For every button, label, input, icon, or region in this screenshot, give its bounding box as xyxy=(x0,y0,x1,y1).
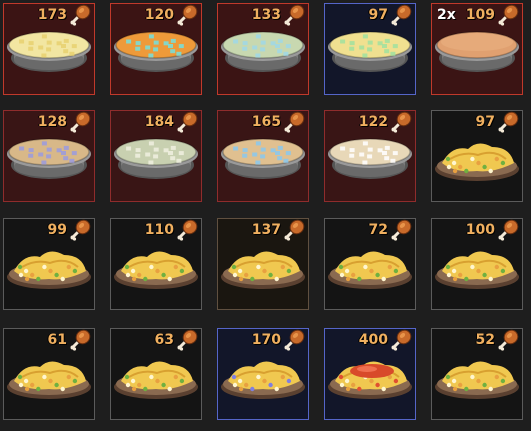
pie-icon xyxy=(113,129,199,191)
inventory-slot[interactable]: 61 xyxy=(3,328,95,420)
item-count: 128 xyxy=(37,114,67,130)
drumstick-icon xyxy=(176,329,198,351)
pie-icon xyxy=(6,129,92,191)
meal-plate-icon xyxy=(113,347,199,409)
inventory-slot[interactable]: 184 xyxy=(110,110,202,202)
item-count: 110 xyxy=(144,222,174,238)
drumstick-icon xyxy=(497,219,519,241)
meal-plate-icon xyxy=(434,237,520,299)
item-count: 122 xyxy=(358,114,388,130)
pie-icon xyxy=(220,22,306,84)
drumstick-icon xyxy=(176,4,198,26)
drumstick-icon xyxy=(497,4,519,26)
item-count: 61 xyxy=(47,332,67,348)
drumstick-icon xyxy=(283,219,305,241)
meal-plate-icon xyxy=(434,129,520,191)
pie-icon xyxy=(434,22,520,84)
item-count: 165 xyxy=(251,114,281,130)
drumstick-icon xyxy=(497,329,519,351)
inventory-slot[interactable]: 99 xyxy=(3,218,95,310)
inventory-slot[interactable]: 52 xyxy=(431,328,523,420)
item-count: 63 xyxy=(154,332,174,348)
drumstick-icon xyxy=(69,219,91,241)
meal-plate-icon xyxy=(6,237,92,299)
item-count: 99 xyxy=(47,222,67,238)
inventory-slot[interactable]: 97 xyxy=(324,3,416,95)
meal-plate-icon xyxy=(220,347,306,409)
item-count: 173 xyxy=(37,7,67,23)
inventory-grid: 173 120 133 97 2x 109 128 184 165 122 97 99 110 137 72… xyxy=(0,0,531,431)
pie-icon xyxy=(327,129,413,191)
item-count: 97 xyxy=(368,7,388,23)
item-count: 109 xyxy=(465,7,495,23)
drumstick-icon xyxy=(69,111,91,133)
inventory-slot[interactable]: 120 xyxy=(110,3,202,95)
item-count: 400 xyxy=(358,332,388,348)
drumstick-icon xyxy=(390,4,412,26)
drumstick-icon xyxy=(69,4,91,26)
inventory-slot[interactable]: 400 xyxy=(324,328,416,420)
drumstick-icon xyxy=(176,111,198,133)
inventory-slot[interactable]: 2x 109 xyxy=(431,3,523,95)
drumstick-icon xyxy=(69,329,91,351)
inventory-slot[interactable]: 165 xyxy=(217,110,309,202)
drumstick-icon xyxy=(283,4,305,26)
inventory-slot[interactable]: 137 xyxy=(217,218,309,310)
item-count: 137 xyxy=(251,222,281,238)
item-count: 100 xyxy=(465,222,495,238)
inventory-slot[interactable]: 72 xyxy=(324,218,416,310)
pie-icon xyxy=(220,129,306,191)
drumstick-icon xyxy=(390,329,412,351)
drumstick-icon xyxy=(176,219,198,241)
stack-multiplier: 2x xyxy=(437,7,456,23)
item-count: 170 xyxy=(251,332,281,348)
inventory-slot[interactable]: 122 xyxy=(324,110,416,202)
inventory-slot[interactable]: 63 xyxy=(110,328,202,420)
meal-plate-icon xyxy=(6,347,92,409)
pie-icon xyxy=(327,22,413,84)
inventory-slot[interactable]: 173 xyxy=(3,3,95,95)
pie-icon xyxy=(6,22,92,84)
drumstick-icon xyxy=(497,111,519,133)
item-count: 184 xyxy=(144,114,174,130)
pie-icon xyxy=(113,22,199,84)
inventory-slot[interactable]: 133 xyxy=(217,3,309,95)
meal-plate-icon xyxy=(327,347,413,409)
meal-plate-icon xyxy=(327,237,413,299)
item-count: 120 xyxy=(144,7,174,23)
inventory-slot[interactable]: 170 xyxy=(217,328,309,420)
inventory-slot[interactable]: 128 xyxy=(3,110,95,202)
meal-plate-icon xyxy=(220,237,306,299)
item-count: 52 xyxy=(475,332,495,348)
drumstick-icon xyxy=(390,111,412,133)
meal-plate-icon xyxy=(113,237,199,299)
item-count: 133 xyxy=(251,7,281,23)
drumstick-icon xyxy=(283,111,305,133)
item-count: 97 xyxy=(475,114,495,130)
inventory-slot[interactable]: 100 xyxy=(431,218,523,310)
meal-plate-icon xyxy=(434,347,520,409)
item-count: 72 xyxy=(368,222,388,238)
drumstick-icon xyxy=(390,219,412,241)
inventory-slot[interactable]: 110 xyxy=(110,218,202,310)
drumstick-icon xyxy=(283,329,305,351)
inventory-slot[interactable]: 97 xyxy=(431,110,523,202)
